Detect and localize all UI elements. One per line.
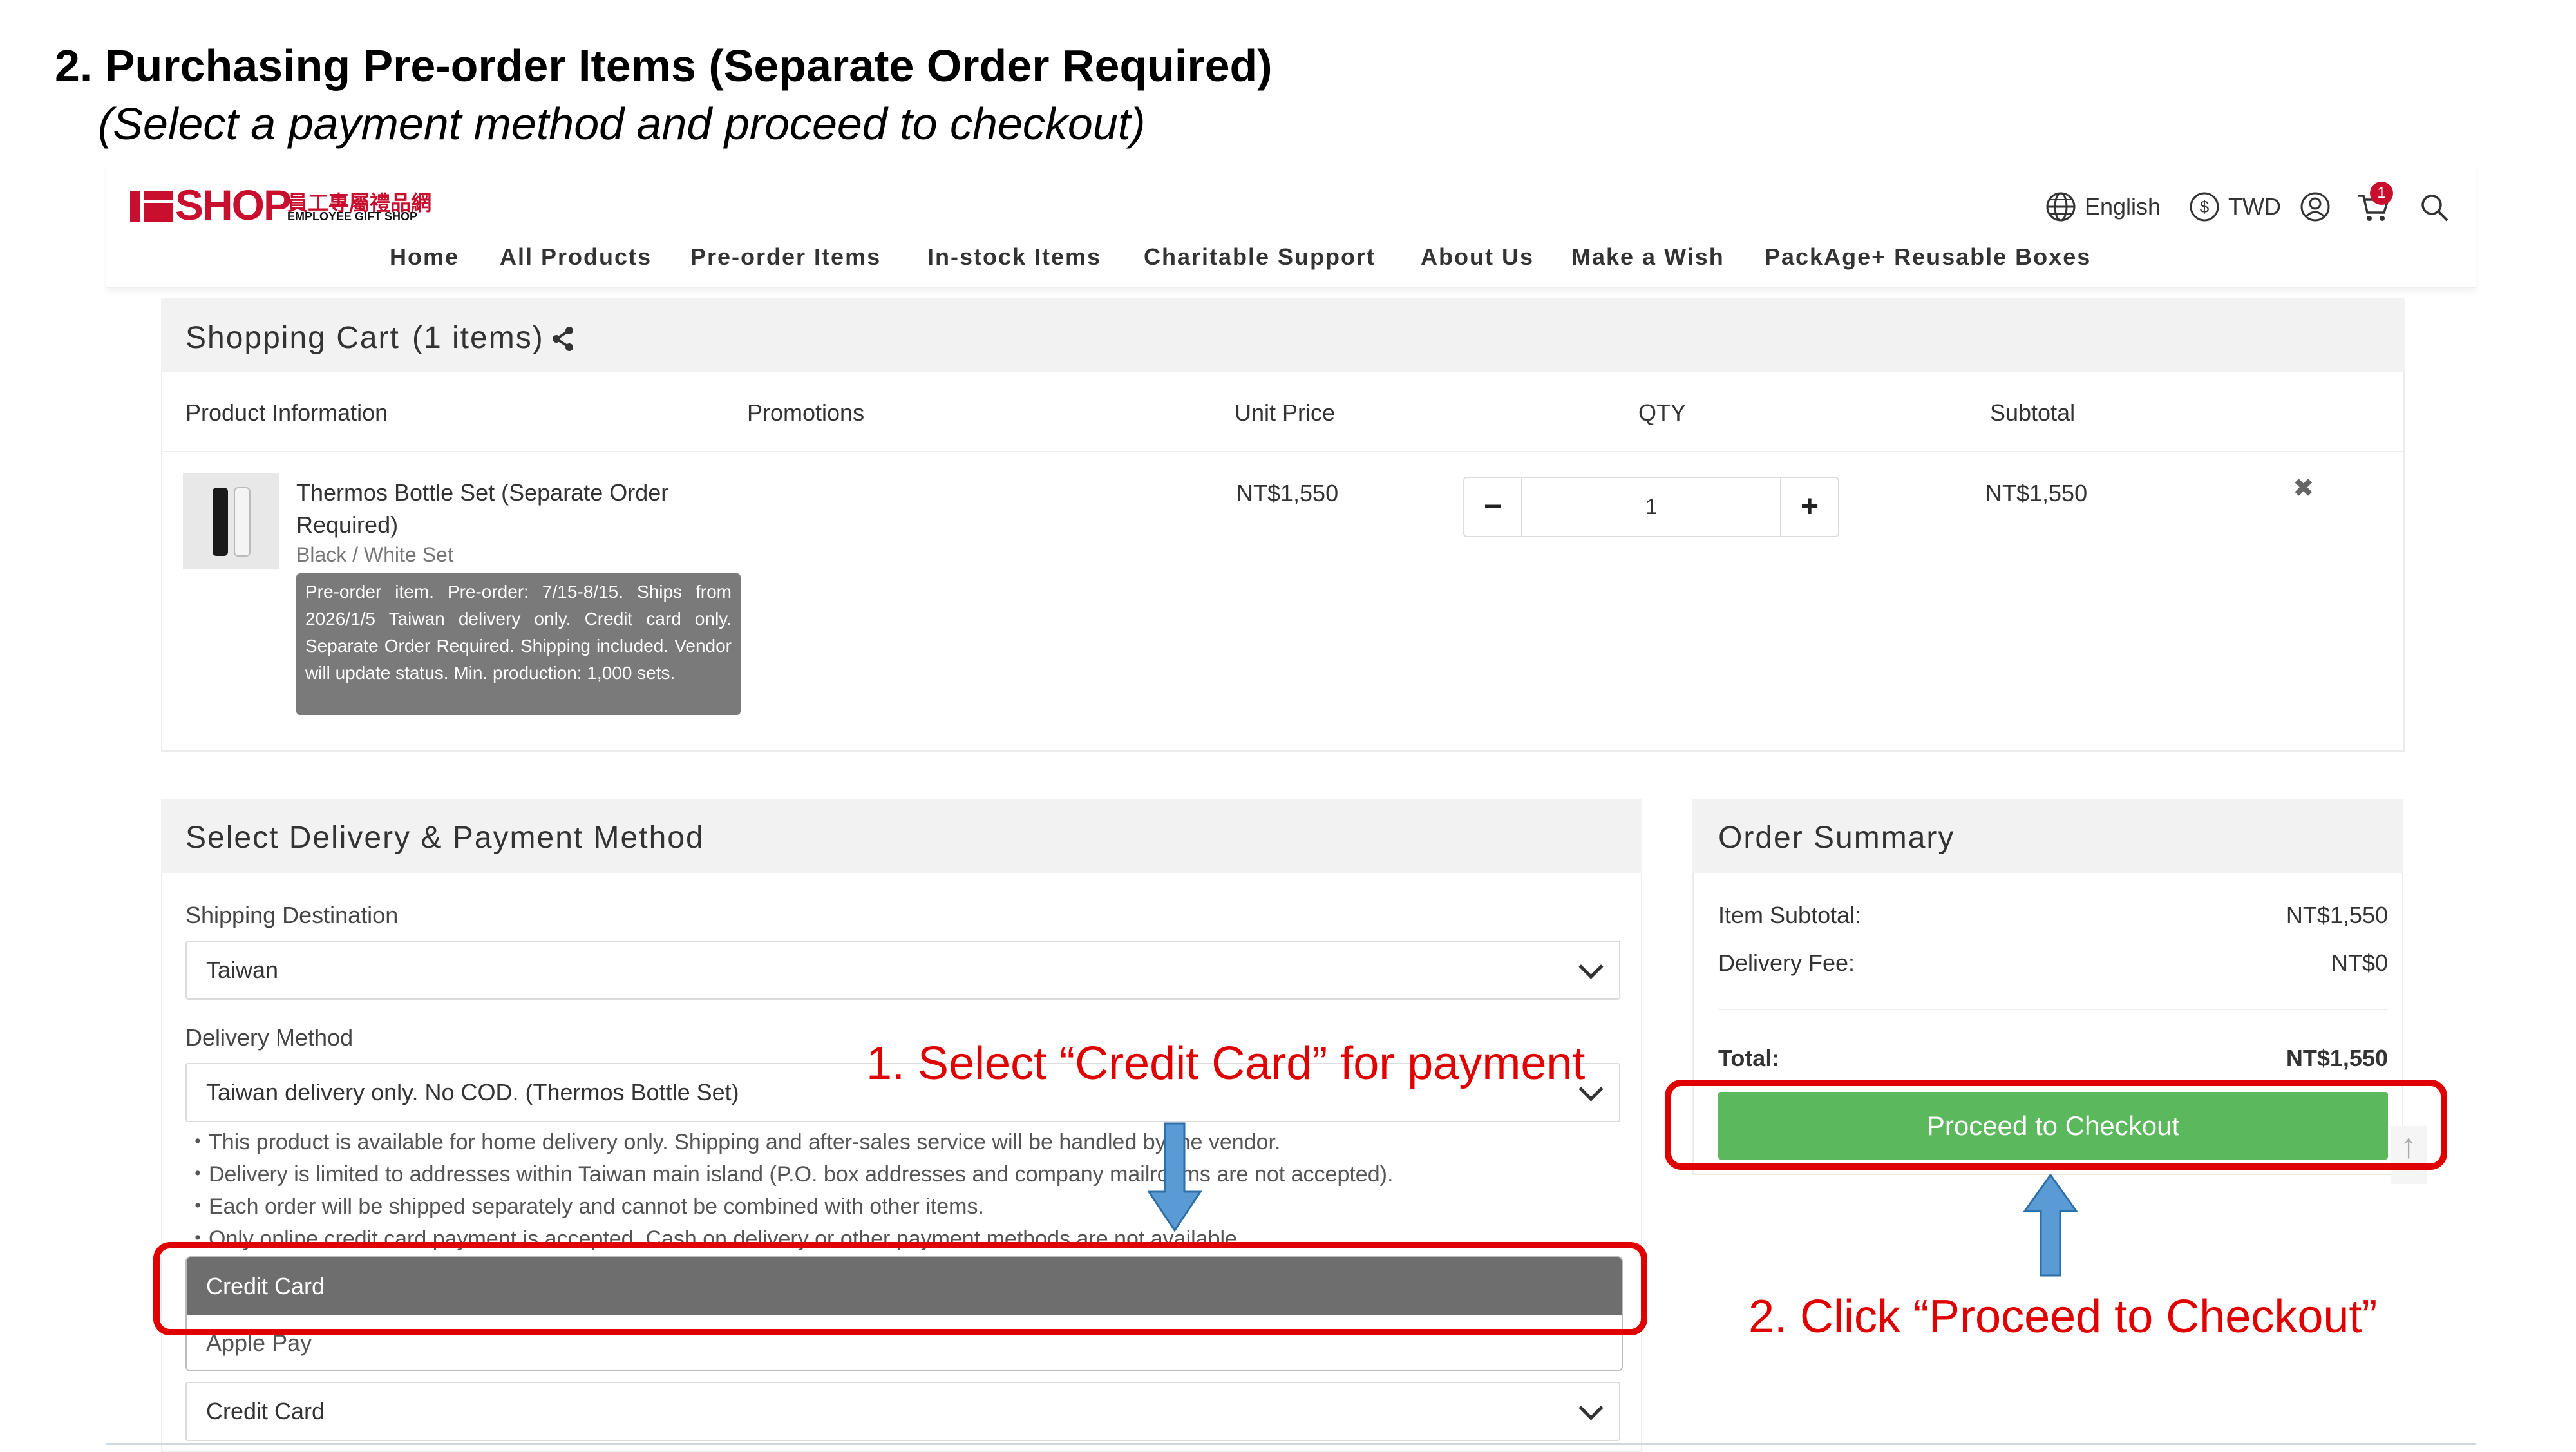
product-name[interactable]: Thermos Bottle Set (Separate Order Requi… <box>296 477 708 541</box>
item-subtotal-value: NT$1,550 <box>2286 902 2388 928</box>
shipping-destination-value: Taiwan <box>206 957 279 983</box>
delivery-fee-label: Delivery Fee: <box>1718 950 1855 976</box>
arrow-down-icon <box>1148 1122 1202 1232</box>
instruction-title: 2. Purchasing Pre-order Items (Separate … <box>55 41 1273 91</box>
total-value: NT$1,550 <box>2286 1045 2388 1071</box>
item-subtotal: NT$1,550 <box>1985 480 2088 506</box>
chevron-down-icon <box>1578 954 1604 979</box>
delivery-method-label: Delivery Method <box>185 1024 354 1051</box>
credit-card-highlight-box <box>153 1242 1647 1335</box>
shipping-destination-label: Shipping Destination <box>185 902 399 928</box>
currency-icon: $ <box>2190 192 2219 222</box>
delivery-title: Select Delivery & Payment Method <box>185 821 705 855</box>
qty-decrement-button[interactable]: − <box>1464 478 1521 535</box>
nav-home[interactable]: Home <box>390 244 459 271</box>
remove-item-icon[interactable]: ✖ <box>2293 473 2315 503</box>
language-label: English <box>2085 193 2161 220</box>
nav-all-products[interactable]: All Products <box>500 244 652 271</box>
total-label: Total: <box>1718 1045 1780 1071</box>
svg-text:$: $ <box>2200 197 2210 216</box>
nav-charitable-support[interactable]: Charitable Support <box>1144 244 1376 271</box>
delivery-note: ・Each order will be shipped separately a… <box>187 1194 984 1219</box>
product-variant: Black / White Set <box>296 543 453 566</box>
instruction-subtitle: (Select a payment method and proceed to … <box>98 99 1146 149</box>
share-icon[interactable] <box>551 326 574 352</box>
delivery-notes: ・This product is available for home deli… <box>187 1126 1393 1255</box>
logo-en: EMPLOYEE GIFT SHOP <box>287 210 418 223</box>
delivery-note: ・Delivery is limited to addresses within… <box>187 1162 1394 1187</box>
nav-pre-order-items[interactable]: Pre-order Items <box>690 244 881 271</box>
checkout-highlight-box <box>1665 1080 2447 1170</box>
delivery-note: ・This product is available for home deli… <box>187 1130 1281 1154</box>
payment-method-value: Credit Card <box>206 1398 325 1424</box>
shipping-destination-select[interactable]: Taiwan <box>185 941 1620 1000</box>
cart-title: Shopping Cart <box>185 321 400 355</box>
col-unit-price: Unit Price <box>1235 399 1336 426</box>
product-thumbnail[interactable] <box>183 473 279 569</box>
quantity-stepper: − 1 + <box>1463 477 1839 537</box>
currency-label: TWD <box>2228 193 2281 220</box>
delivery-fee-value: NT$0 <box>2331 950 2388 976</box>
logo-text[interactable]: SHOP <box>175 180 292 229</box>
user-icon[interactable] <box>2299 191 2331 223</box>
search-icon[interactable] <box>2419 192 2450 223</box>
payment-method-select[interactable]: Credit Card <box>185 1382 1620 1441</box>
nav-in-stock-items[interactable]: In-stock Items <box>927 244 1101 271</box>
product-preorder-note: Pre-order item. Pre-order: 7/15-8/15. Sh… <box>296 573 741 715</box>
step-1-annotation: 1. Select “Credit Card” for payment <box>866 1038 1586 1089</box>
nav-make-a-wish[interactable]: Make a Wish <box>1571 244 1725 271</box>
total-row: Total: NT$1,550 <box>1718 1045 2388 1072</box>
cart-item-count: (1 items) <box>412 321 544 355</box>
col-product-information: Product Information <box>185 399 388 426</box>
globe-icon <box>2046 192 2076 222</box>
logo-mark-icon <box>130 191 173 222</box>
cart-count-badge: 1 <box>2370 182 2393 205</box>
page-bottom-divider <box>106 1443 2476 1445</box>
qty-increment-button[interactable]: + <box>1781 478 1838 535</box>
col-promotions: Promotions <box>747 399 865 426</box>
unit-price: NT$1,550 <box>1236 480 1339 506</box>
chevron-down-icon <box>1578 1395 1604 1420</box>
item-subtotal-row: Item Subtotal: NT$1,550 <box>1718 902 2388 929</box>
col-subtotal: Subtotal <box>1990 399 2076 426</box>
cart-row-divider <box>162 451 2403 452</box>
qty-input[interactable]: 1 <box>1521 478 1781 536</box>
currency-switcher[interactable]: $ TWD <box>2188 191 2281 223</box>
arrow-up-icon <box>2023 1174 2078 1277</box>
col-qty: QTY <box>1638 399 1687 426</box>
summary-divider <box>1718 1009 2388 1010</box>
nav-about-us[interactable]: About Us <box>1421 244 1534 271</box>
delivery-method-value: Taiwan delivery only. No COD. (Thermos B… <box>206 1079 739 1105</box>
step-2-annotation: 2. Click “Proceed to Checkout” <box>1748 1291 2378 1342</box>
language-switcher[interactable]: English <box>2045 191 2161 223</box>
order-summary-title: Order Summary <box>1718 821 1955 855</box>
nav-package-reusable-boxes[interactable]: PackAge+ Reusable Boxes <box>1765 244 2091 271</box>
delivery-fee-row: Delivery Fee: NT$0 <box>1718 950 2388 977</box>
item-subtotal-label: Item Subtotal: <box>1718 902 1862 928</box>
